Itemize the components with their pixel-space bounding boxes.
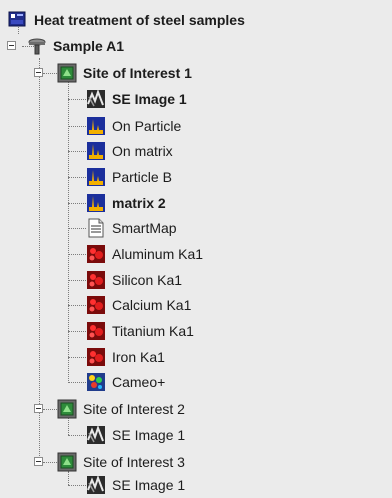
tree-node-element-map[interactable]: Titanium Ka1 <box>86 320 197 342</box>
tree-connector <box>68 357 86 358</box>
tree-node-spectrum[interactable]: On Particle <box>86 115 184 137</box>
project-icon <box>8 10 28 30</box>
tree-node-se-image[interactable]: SE Image 1 <box>86 474 188 496</box>
cameo-icon <box>86 372 106 392</box>
collapse-toggle-site-1[interactable] <box>34 68 43 77</box>
tree-node-label: Aluminum Ka1 <box>112 246 204 262</box>
tree-node-label: SE Image 1 <box>112 91 187 107</box>
tree-connector <box>43 462 57 463</box>
tree-connector <box>68 203 86 204</box>
spectrum-icon <box>86 167 106 187</box>
site-icon <box>57 452 77 472</box>
tree-node-smartmap[interactable]: SmartMap <box>86 217 180 239</box>
tree-node-cameo[interactable]: Cameo+ <box>86 371 168 393</box>
collapse-toggle-sample[interactable] <box>7 41 16 50</box>
collapse-toggle-site-2[interactable] <box>34 404 43 413</box>
tree-node-label: Site of Interest 3 <box>83 454 185 470</box>
element-map-icon <box>86 270 106 290</box>
tree-node-label: SE Image 1 <box>112 477 186 493</box>
sample-stub-icon <box>27 36 47 56</box>
tree-connector <box>68 305 86 306</box>
tree-node-label: SmartMap <box>112 220 177 236</box>
tree-node-element-map[interactable]: Silicon Ka1 <box>86 269 185 291</box>
tree-node-site-3[interactable]: Site of Interest 3 <box>57 451 188 473</box>
tree-node-spectrum[interactable]: On matrix <box>86 140 176 162</box>
tree-node-label: matrix 2 <box>112 195 166 211</box>
tree-node-site-2[interactable]: Site of Interest 2 <box>57 398 188 420</box>
se-image-icon <box>86 89 106 109</box>
tree-connector <box>68 126 86 127</box>
tree-node-spectrum[interactable]: matrix 2 <box>86 192 169 214</box>
tree-node-site-1[interactable]: Site of Interest 1 <box>57 62 195 84</box>
tree-node-label: Iron Ka1 <box>112 349 165 365</box>
element-map-icon <box>86 321 106 341</box>
tree-node-label: Silicon Ka1 <box>112 272 183 288</box>
tree-node-element-map[interactable]: Calcium Ka1 <box>86 294 194 316</box>
se-image-icon <box>86 475 106 495</box>
tree-connector <box>68 228 86 229</box>
element-map-icon <box>86 244 106 264</box>
tree-node-label: Site of Interest 1 <box>83 65 192 81</box>
tree-connector <box>43 409 57 410</box>
element-map-icon <box>86 347 106 367</box>
spectrum-icon <box>86 141 106 161</box>
project-tree: Heat treatment of steel samples Sample A… <box>0 0 392 496</box>
spectrum-icon <box>86 193 106 213</box>
tree-node-element-map[interactable]: Iron Ka1 <box>86 346 168 368</box>
tree-node-project[interactable]: Heat treatment of steel samples <box>8 9 248 31</box>
tree-node-se-image[interactable]: SE Image 1 <box>86 88 190 110</box>
spectrum-icon <box>86 116 106 136</box>
tree-connector <box>68 280 86 281</box>
tree-node-label: Site of Interest 2 <box>83 401 185 417</box>
se-image-icon <box>86 425 106 445</box>
tree-connector <box>68 485 86 486</box>
tree-node-spectrum[interactable]: Particle B <box>86 166 175 188</box>
smartmap-icon <box>86 218 106 238</box>
tree-node-label: On Particle <box>112 118 182 134</box>
tree-node-label: Titanium Ka1 <box>112 323 194 339</box>
tree-connector <box>68 177 86 178</box>
tree-connector <box>68 418 69 435</box>
element-map-icon <box>86 295 106 315</box>
tree-connector <box>68 435 86 436</box>
tree-connector <box>68 471 69 485</box>
tree-connector <box>43 73 57 74</box>
tree-connector <box>68 331 86 332</box>
tree-node-label: On matrix <box>112 143 173 159</box>
site-icon <box>57 399 77 419</box>
collapse-toggle-site-3[interactable] <box>34 457 43 466</box>
tree-node-label: Heat treatment of steel samples <box>34 12 245 28</box>
tree-connector <box>68 382 86 383</box>
tree-node-label: Calcium Ka1 <box>112 297 192 313</box>
tree-node-label: Sample A1 <box>53 38 125 54</box>
tree-node-se-image[interactable]: SE Image 1 <box>86 424 188 446</box>
tree-connector <box>68 99 86 100</box>
tree-node-sample[interactable]: Sample A1 <box>27 35 127 57</box>
tree-node-element-map[interactable]: Aluminum Ka1 <box>86 243 206 265</box>
tree-node-label: Particle B <box>112 169 172 185</box>
tree-node-label: Cameo+ <box>112 374 166 390</box>
tree-connector <box>68 254 86 255</box>
tree-node-label: SE Image 1 <box>112 427 186 443</box>
tree-connector <box>68 82 69 383</box>
site-icon <box>57 63 77 83</box>
tree-connector <box>68 151 86 152</box>
